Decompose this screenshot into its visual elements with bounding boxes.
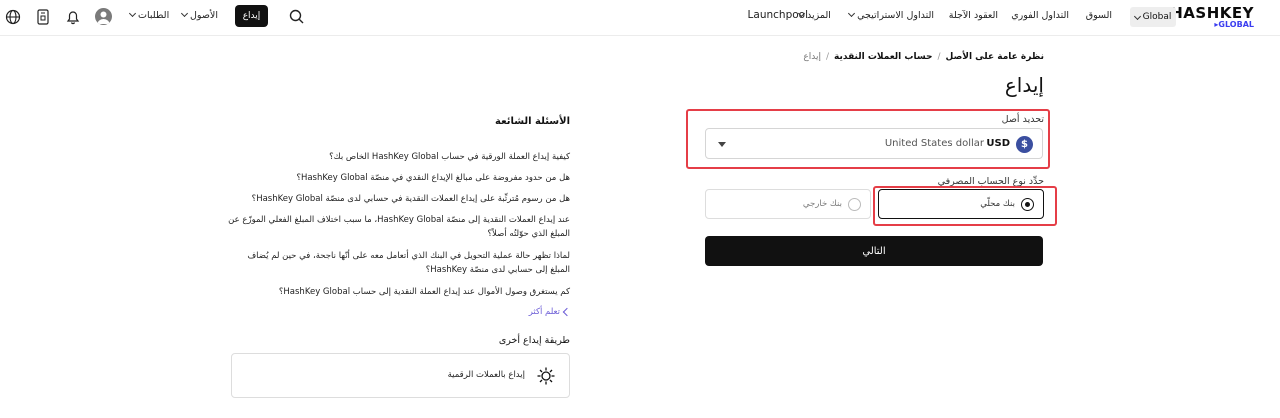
search-icon[interactable] xyxy=(289,9,304,24)
nav-strategy-trading[interactable]: التداول الاستراتيجي xyxy=(848,9,934,21)
asset-name: United States dollar xyxy=(884,138,984,149)
breadcrumb-current: إيداع xyxy=(803,52,821,62)
nav-more[interactable]: المزيد xyxy=(797,9,831,21)
nav-futures[interactable]: العقود الآجلة xyxy=(949,10,998,21)
asset-code: USD xyxy=(986,138,1010,149)
header-deposit-button[interactable]: إيداع xyxy=(235,5,268,27)
region-label: Global xyxy=(1142,12,1172,22)
user-silhouette xyxy=(97,11,110,24)
faq-item[interactable]: كيفية إيداع العملة الورقية في حساب HashK… xyxy=(225,150,570,164)
nav-spot-trading[interactable]: التداول الفوري xyxy=(1011,10,1069,21)
user-avatar-icon[interactable] xyxy=(95,8,112,25)
faq-item[interactable]: كم يستغرق وصول الأموال عند إيداع العملة … xyxy=(225,285,570,299)
crypto-deposit-card[interactable]: إيداع بالعملات الرقمية xyxy=(231,353,570,398)
learn-more-label: تعلم أكثر xyxy=(528,307,560,317)
foreign-bank-label: بنك خارجي xyxy=(802,199,842,209)
usd-coin-icon: $ xyxy=(1016,136,1033,153)
nav-strategy-label: التداول الاستراتيجي xyxy=(857,10,934,21)
chevron-down-icon xyxy=(180,9,189,18)
local-bank-option[interactable]: بنك محلّي xyxy=(878,189,1044,219)
breadcrumb-fiat-account[interactable]: حساب العملات النقدية xyxy=(834,52,932,62)
assets-menu[interactable]: الأصول xyxy=(180,9,218,21)
faq-item[interactable]: هل من حدود مفروضة على مبالغ الإيداع النق… xyxy=(225,171,570,185)
caret-down-icon xyxy=(718,142,726,147)
hashkey-logo[interactable]: HASHKEY ▸GLOBAL xyxy=(1170,4,1254,30)
chevron-down-icon xyxy=(1133,12,1141,20)
chevron-down-icon xyxy=(128,9,137,18)
next-button[interactable]: التالي xyxy=(705,236,1043,266)
top-navigation-bar: HASHKEY ▸GLOBAL Global السوق التداول الف… xyxy=(0,0,1280,36)
breadcrumb: نظرة عامة على الأصل / حساب العملات النقدية… xyxy=(803,52,1044,62)
logo-subtitle: ▸GLOBAL xyxy=(1214,20,1254,29)
faq-item[interactable]: لماذا تظهر حالة عملية التحويل في البنك ا… xyxy=(225,249,570,277)
crypto-deposit-label: إيداع بالعملات الرقمية xyxy=(447,370,525,380)
orders-menu-label: الطلبات xyxy=(138,10,170,21)
bell-icon[interactable] xyxy=(66,9,80,25)
faq-item[interactable]: عند إيداع العملات النقدية إلى منصّة Hash… xyxy=(225,213,570,241)
region-selector[interactable]: Global xyxy=(1130,7,1176,27)
foreign-bank-option[interactable]: بنك خارجي xyxy=(705,189,871,219)
mobile-download-icon[interactable] xyxy=(37,9,49,25)
chevron-left-icon xyxy=(562,307,572,317)
asset-select-dropdown[interactable]: $ USD United States dollar xyxy=(705,128,1043,159)
breadcrumb-overview[interactable]: نظرة عامة على الأصل xyxy=(946,52,1044,62)
breadcrumb-separator: / xyxy=(937,52,941,62)
asset-select-label: تحديد أصل xyxy=(1001,114,1044,125)
orders-menu[interactable]: الطلبات xyxy=(128,9,170,21)
globe-icon[interactable] xyxy=(5,9,21,25)
local-bank-label: بنك محلّي xyxy=(980,199,1015,209)
assets-menu-label: الأصول xyxy=(190,10,218,21)
chevron-down-icon xyxy=(797,9,806,18)
faq-title: الأسئلة الشائعة xyxy=(495,116,570,127)
page-title: إيداع xyxy=(1004,73,1044,97)
faq-item[interactable]: هل من رسوم مُترتِّبة على إيداع العملات ا… xyxy=(225,192,570,206)
radio-selected-icon[interactable] xyxy=(1021,198,1034,211)
breadcrumb-separator: / xyxy=(825,52,830,62)
other-methods-title: طريقة إيداع أخرى xyxy=(498,335,570,346)
chevron-down-icon xyxy=(848,9,856,18)
learn-more-link[interactable]: تعلم أكثر xyxy=(528,307,572,317)
crypto-coin-icon xyxy=(537,367,555,385)
nav-more-label: المزيد xyxy=(807,10,831,21)
radio-unselected-icon[interactable] xyxy=(848,198,861,211)
nav-market[interactable]: السوق xyxy=(1086,10,1112,21)
